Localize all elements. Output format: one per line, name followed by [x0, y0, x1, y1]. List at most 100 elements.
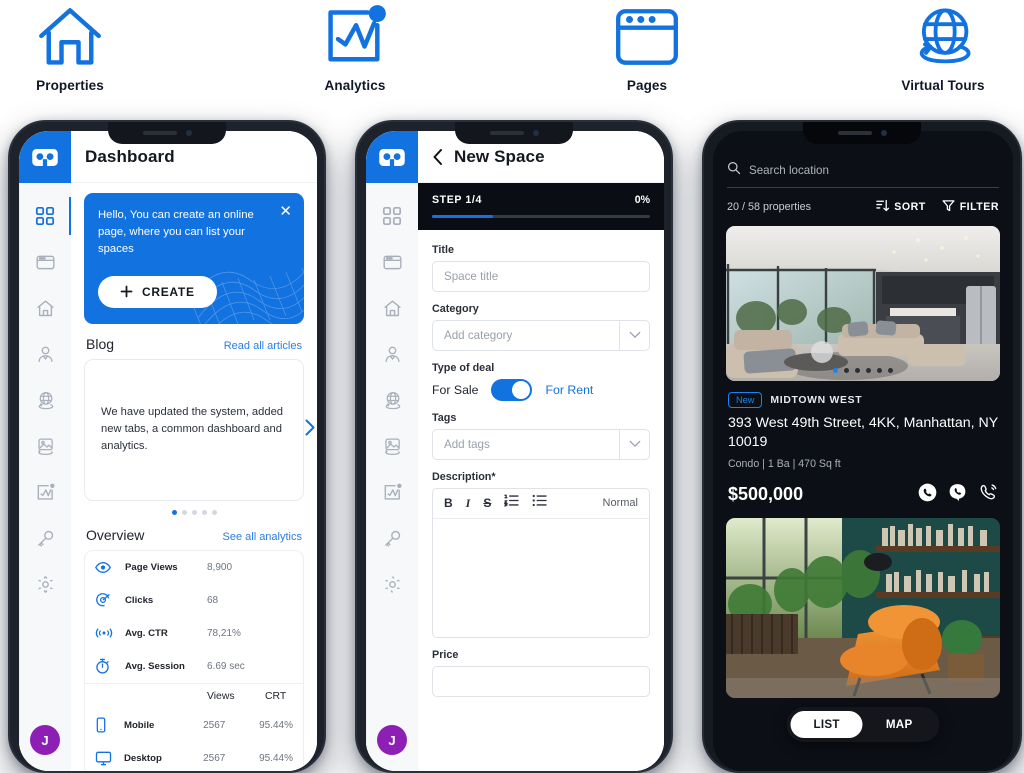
dashboard-pane: Dashboard ✕ Hello, You can create an onl… — [71, 131, 317, 771]
sidebar-item-access-keys[interactable] — [366, 515, 418, 561]
italic-button[interactable]: I — [466, 496, 471, 511]
deal-type-toggle-group: For Sale For Rent — [432, 378, 650, 401]
tags-select[interactable]: Add tags — [432, 428, 650, 460]
sort-button[interactable]: SORT — [876, 199, 925, 215]
listing-address: 393 West 49th Street, 4KK, Manhattan, NY… — [728, 415, 998, 450]
dot[interactable] — [855, 368, 860, 373]
search-bar[interactable]: Search location — [727, 161, 999, 188]
search-input[interactable]: Search location — [749, 164, 829, 177]
listing-specs: Condo | 1 Ba | 470 Sq ft — [728, 458, 841, 471]
for-rent-option[interactable]: For Rent — [545, 383, 593, 397]
dot[interactable] — [866, 368, 871, 373]
title-input[interactable]: Space title — [432, 260, 650, 292]
sidebar-item-properties[interactable] — [19, 285, 71, 331]
chevron-right-icon[interactable] — [303, 418, 316, 441]
listing-photo[interactable] — [726, 226, 1000, 381]
map-view-button[interactable]: MAP — [863, 711, 936, 738]
sidebar-item-gallery[interactable] — [366, 423, 418, 469]
sidebar-item-access-keys[interactable] — [19, 515, 71, 561]
app-logo[interactable] — [366, 131, 418, 183]
bold-button[interactable]: B — [444, 496, 453, 510]
phone-screen: J Dashboard ✕ Hello, You can create an o… — [19, 131, 317, 771]
sidebar-item-dashboard[interactable] — [366, 193, 418, 239]
sidebar-item-settings[interactable] — [366, 561, 418, 607]
create-button-label: CREATE — [142, 284, 195, 299]
table-row: Page Views 8,900 — [85, 551, 303, 584]
bullet-list-icon[interactable] — [532, 494, 548, 512]
deal-type-switch[interactable] — [491, 378, 533, 401]
close-icon[interactable]: ✕ — [279, 204, 292, 219]
chevron-left-icon[interactable] — [432, 148, 444, 166]
sidebar-item-agents[interactable] — [366, 331, 418, 377]
app-logo[interactable] — [19, 131, 71, 183]
sidebar-item-gallery[interactable] — [19, 423, 71, 469]
for-sale-option[interactable]: For Sale — [432, 383, 478, 397]
dot[interactable] — [877, 368, 882, 373]
sidebar-item-dashboard[interactable] — [19, 193, 71, 239]
view-toggle[interactable]: LIST MAP — [786, 707, 940, 742]
editor-toolbar: B I S Normal — [433, 489, 649, 519]
dot[interactable] — [201, 509, 207, 515]
blog-card[interactable]: We have updated the system, added new ta… — [84, 358, 315, 501]
new-space-form: Title Space title Category Add category … — [418, 230, 664, 697]
whatsapp-icon[interactable] — [918, 483, 937, 507]
analytics-chart-icon — [37, 483, 55, 500]
dot[interactable] — [844, 368, 849, 373]
dot[interactable] — [211, 509, 217, 515]
blog-carousel-dots[interactable] — [84, 509, 304, 515]
tags-input[interactable]: Add tags — [432, 428, 619, 460]
price-input[interactable] — [432, 665, 650, 697]
see-all-analytics-link[interactable]: See all analytics — [223, 531, 303, 543]
ordered-list-icon[interactable] — [504, 494, 520, 512]
listing-card[interactable]: New MIDTOWN WEST 393 West 49th Street, 4… — [726, 226, 1000, 507]
sidebar-item-pages[interactable] — [19, 239, 71, 285]
sidebar-item-agents[interactable] — [19, 331, 71, 377]
phone-dashboard: J Dashboard ✕ Hello, You can create an o… — [8, 120, 326, 773]
blog-card-text: We have updated the system, added new ta… — [101, 405, 284, 453]
metric-value: 78,21% — [207, 627, 241, 639]
dot[interactable] — [181, 509, 187, 515]
feature-virtual-tours[interactable]: Virtual Tours — [863, 0, 1023, 93]
listing-header: New MIDTOWN WEST — [728, 392, 998, 408]
price-label: Price — [432, 648, 459, 661]
strikethrough-button[interactable]: S — [483, 496, 491, 510]
sidebar-item-properties[interactable] — [366, 285, 418, 331]
create-button[interactable]: CREATE — [98, 275, 217, 308]
chevron-down-icon[interactable] — [619, 319, 650, 351]
category-select[interactable]: Add category — [432, 319, 650, 351]
list-view-button[interactable]: LIST — [790, 711, 863, 738]
sidebar-item-pages[interactable] — [366, 239, 418, 285]
agent-person-icon — [37, 346, 53, 362]
avatar[interactable]: J — [30, 725, 60, 755]
read-all-articles-link[interactable]: Read all articles — [224, 340, 302, 352]
dot[interactable] — [191, 509, 197, 515]
sidebar-item-settings[interactable] — [19, 561, 71, 607]
text-style-select[interactable]: Normal — [603, 497, 638, 509]
dot[interactable] — [171, 509, 177, 515]
front-camera — [532, 130, 539, 136]
feature-analytics[interactable]: Analytics — [275, 0, 435, 93]
browser-window-icon — [35, 255, 55, 269]
listing-photo-secondary[interactable] — [726, 518, 1000, 699]
dot[interactable] — [833, 368, 838, 373]
neighborhood-label: MIDTOWN WEST — [770, 394, 863, 406]
feature-pages[interactable]: Pages — [567, 0, 727, 93]
photo-carousel-dots[interactable] — [833, 368, 893, 373]
chevron-down-icon[interactable] — [619, 428, 650, 460]
category-input[interactable]: Add category — [432, 319, 619, 351]
page-title: Dashboard — [85, 146, 175, 166]
sidebar-item-virtual-tours[interactable] — [366, 377, 418, 423]
dot[interactable] — [888, 368, 893, 373]
sidebar-item-analytics[interactable] — [19, 469, 71, 515]
listing-card-secondary[interactable] — [726, 518, 1000, 699]
phone-ring-icon[interactable] — [978, 482, 998, 507]
filter-button[interactable]: FILTER — [942, 199, 999, 215]
sidebar-item-virtual-tours[interactable] — [19, 377, 71, 423]
browser-window-icon — [382, 255, 402, 269]
description-editor[interactable]: B I S Normal — [432, 487, 650, 638]
description-textarea[interactable] — [433, 518, 649, 637]
sidebar-item-analytics[interactable] — [366, 469, 418, 515]
viber-icon[interactable] — [948, 483, 967, 507]
feature-properties[interactable]: Properties — [0, 0, 150, 93]
avatar[interactable]: J — [377, 725, 407, 755]
